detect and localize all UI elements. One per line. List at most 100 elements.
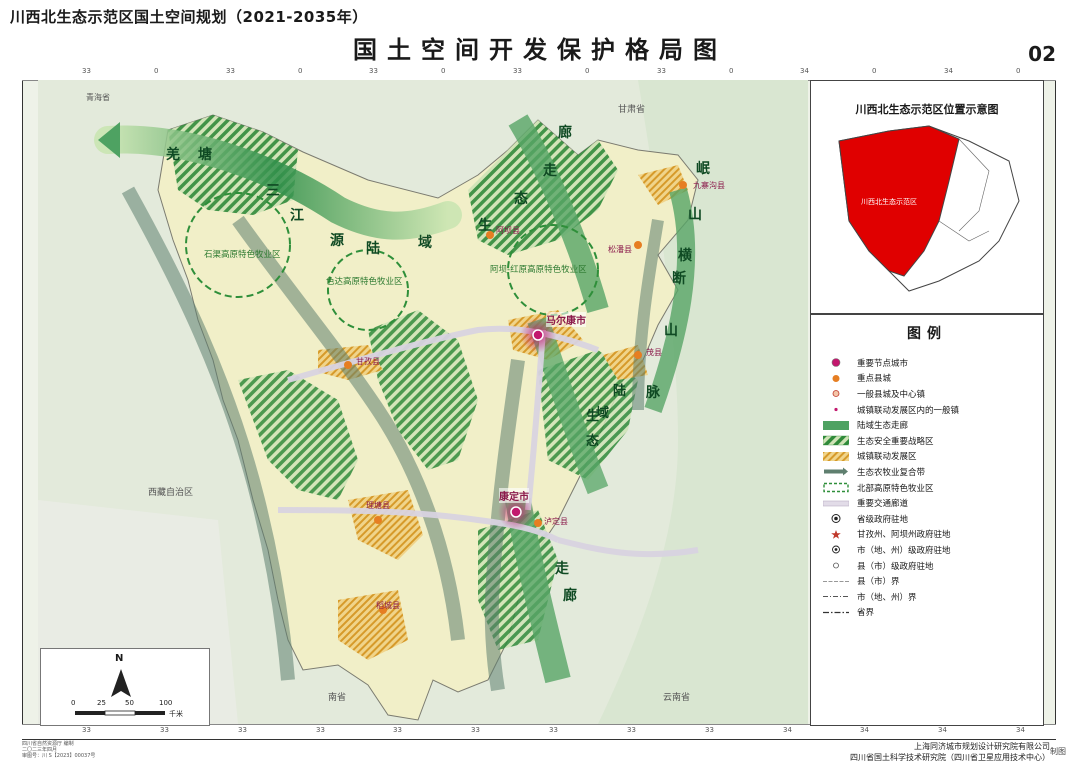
coordinate-label: 33	[316, 726, 325, 734]
legend-item: 市（地、州）级政府驻地	[823, 542, 1035, 558]
legend-label: 北部高原特色牧业区	[857, 483, 934, 494]
county-label: 理塘县	[366, 501, 390, 510]
legend-item: 重点县城	[823, 371, 1035, 387]
coordinate-label: 34	[783, 726, 792, 734]
county-label: 稻城县	[376, 601, 400, 610]
corridor-word: 三	[266, 183, 280, 199]
city-label-kangding: 康定市	[499, 488, 529, 503]
corridor-word: 域	[418, 235, 432, 251]
county-label: 九寨沟县	[693, 181, 725, 190]
key-county-icon	[823, 373, 849, 384]
zone-label: 色达高原特色牧业区	[326, 277, 403, 287]
legend-label: 城镇联动发展区内的一般镇	[857, 405, 960, 416]
county-label: 甘孜县	[356, 357, 380, 366]
footer-left: 四川省自然资源厅 编制 二〇二三年四月 审图号：川 S【2023】00037号	[22, 741, 95, 759]
legend-item: 市（地、州）界	[823, 589, 1035, 605]
corridor-word: 廊	[558, 125, 572, 141]
key-county-litang	[374, 516, 382, 524]
main-map[interactable]: 青海省 甘肃省 西藏自治区 云南省 南省 羌 塘 三 江 源 陆 域 廊 走 态…	[38, 80, 808, 724]
coordinate-label: 33	[160, 726, 169, 734]
legend-item: 北部高原特色牧业区	[823, 480, 1035, 496]
coordinate-label: 0	[154, 67, 159, 75]
legend-label: 陆域生态走廊	[857, 421, 909, 432]
county-label: 茂县	[646, 348, 662, 357]
coordinate-label: 33	[549, 726, 558, 734]
province-boundary-icon	[823, 607, 849, 618]
legend-label: 一般县城及中心镇	[857, 389, 926, 400]
coordinate-label: 0	[1016, 67, 1021, 75]
scale-tick: 100	[159, 699, 173, 707]
zone-label: 阿坝-红原高原特色牧业区	[490, 265, 587, 275]
scale-tick: 25	[97, 699, 106, 707]
legend-item: 重要交通廊道	[823, 495, 1035, 511]
coordinate-label: 33	[82, 726, 91, 734]
neighbor-label: 南省	[328, 693, 347, 703]
neighbor-label: 甘肃省	[618, 105, 646, 115]
location-inset: 川西北生态示范区位置示意图 川西北生态示范区	[810, 80, 1044, 314]
corridor-word: 陆	[613, 384, 627, 399]
coordinate-label: 33	[471, 726, 480, 734]
scale-compass-box: N 0 25 50 100 千米	[40, 648, 210, 726]
legend-label: 县（市）级政府驻地	[857, 561, 934, 572]
legend-item: 省界	[823, 605, 1035, 621]
county-label: 松潘县	[608, 245, 632, 254]
corridor-word: 源	[330, 233, 344, 249]
legend-item: 一般县城及中心镇	[823, 386, 1035, 402]
legend-label: 重点县城	[857, 374, 892, 385]
coordinate-label: 33	[393, 726, 402, 734]
coordinate-label: 0	[298, 67, 303, 75]
corridor-word: 山	[688, 207, 702, 223]
legend-title: 图例	[907, 326, 947, 342]
corridor-word: 岷	[696, 161, 710, 177]
legend-label: 城镇联动发展区	[857, 452, 917, 463]
legend-label: 市（地、州）级政府驻地	[857, 545, 951, 556]
city-boundary-icon	[823, 591, 849, 602]
coordinate-label: 33	[705, 726, 714, 734]
transport-icon	[823, 498, 849, 509]
corridor-word: 江	[290, 208, 304, 224]
scale-unit: 千米	[169, 710, 183, 718]
scale-tick: 50	[125, 699, 134, 707]
county-gov-icon	[823, 560, 849, 571]
legend-item: 甘孜州、阿坝州政府驻地	[823, 527, 1035, 543]
county-label: 阿坝县	[496, 226, 520, 235]
footer-credits: 上海同济城市规划设计研究院有限公司 四川省国土科学技术研究院（四川省卫星应用技术…	[850, 741, 1050, 763]
coordinate-label: 33	[226, 67, 235, 75]
coordinate-label: 33	[238, 726, 247, 734]
corridor-word: 走	[555, 561, 569, 577]
legend-item: 城镇联动发展区	[823, 449, 1035, 465]
corridor-word: 生	[478, 218, 492, 234]
node-city-icon	[823, 357, 849, 368]
key-county-luding	[534, 519, 542, 527]
corridor-word: 陆	[366, 241, 380, 257]
pasture-zone-icon	[823, 482, 849, 493]
city-label-maerkang: 马尔康市	[546, 312, 586, 327]
footer-line: 审图号：川 S【2023】00037号	[22, 753, 96, 759]
prefecture-star-icon	[823, 529, 849, 540]
eco-strategic-icon	[823, 435, 849, 446]
key-county-songpan	[634, 241, 642, 249]
coordinate-label: 0	[872, 67, 877, 75]
credit-line: 四川省国土科学技术研究院（四川省卫星应用技术中心）	[850, 753, 1050, 762]
coordinate-label: 34	[1016, 726, 1025, 734]
bottom-coordinate-strip: 33 33 33 33 33 33 33 33 33 34 34 34 34	[22, 724, 1056, 739]
coordinate-label: 34	[860, 726, 869, 734]
legend-list: 重要节点城市 重点县城 一般县城及中心镇 城镇联动发展区内的一般镇 陆域生态走廊 生态安全…	[823, 355, 1035, 620]
coordinate-label: 0	[441, 67, 446, 75]
legend-label: 重要节点城市	[857, 358, 909, 369]
corridor-word: 横	[678, 248, 692, 264]
coordinate-label: 0	[585, 67, 590, 75]
corridor-word: 廊	[563, 588, 577, 604]
inset-highlight-label: 川西北生态示范区	[861, 198, 917, 206]
agri-belt-icon	[823, 466, 849, 477]
corridor-word: 态	[514, 191, 528, 207]
corridor-word: 羌	[166, 147, 180, 163]
legend-label: 省级政府驻地	[857, 514, 909, 525]
corridor-word: 域	[596, 406, 610, 421]
province-gov-icon	[823, 513, 849, 524]
corridor-word: 塘	[198, 147, 212, 163]
county-label: 泸定县	[544, 517, 568, 526]
neighbor-label: 西藏自治区	[148, 488, 194, 498]
neighbor-label: 青海省	[86, 93, 110, 102]
urban-area-icon	[823, 451, 849, 462]
